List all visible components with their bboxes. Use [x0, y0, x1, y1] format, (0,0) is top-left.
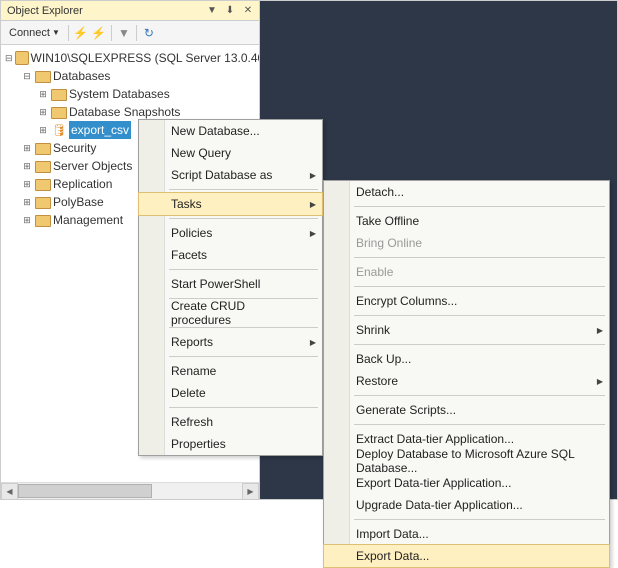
sysdb-label: System Databases	[69, 85, 170, 103]
panel-title: Object Explorer	[7, 5, 83, 17]
replication-label: Replication	[53, 175, 112, 193]
menu-facets[interactable]: Facets	[139, 244, 322, 266]
filter-icon[interactable]: ▼	[116, 25, 132, 41]
server-label: WIN10\SQLEXPRESS (SQL Server 13.0.4001 -…	[31, 49, 259, 67]
expand-icon[interactable]: ⊞	[37, 121, 49, 139]
server-icon	[15, 51, 29, 65]
menu-create-crud[interactable]: Create CRUD procedures	[139, 302, 322, 324]
management-label: Management	[53, 211, 123, 229]
panel-controls: ▼ ⬇ ✕	[205, 4, 255, 18]
menu-shrink[interactable]: Shrink	[324, 319, 609, 341]
menu-separator	[354, 257, 605, 258]
tree-sysdb-node[interactable]: ⊞ System Databases	[5, 85, 259, 103]
separator	[111, 25, 112, 41]
expand-icon[interactable]: ⊞	[21, 175, 33, 193]
menu-restore[interactable]: Restore	[324, 370, 609, 392]
disconnect-icon[interactable]: ⚡	[91, 25, 107, 41]
menu-separator	[354, 286, 605, 287]
horizontal-scrollbar[interactable]: ◀ ▶	[1, 482, 259, 499]
menu-separator	[354, 344, 605, 345]
menu-start-powershell[interactable]: Start PowerShell	[139, 273, 322, 295]
expand-icon[interactable]: ⊞	[37, 85, 49, 103]
scroll-thumb[interactable]	[18, 484, 152, 498]
menu-bring-online: Bring Online	[324, 232, 609, 254]
panel-header: Object Explorer ▼ ⬇ ✕	[1, 1, 259, 21]
menu-detach[interactable]: Detach...	[324, 181, 609, 203]
menu-take-offline[interactable]: Take Offline	[324, 210, 609, 232]
tree-databases-node[interactable]: ⊟ Databases	[5, 67, 259, 85]
folder-icon	[35, 177, 51, 191]
menu-separator	[169, 189, 318, 190]
folder-icon	[35, 213, 51, 227]
pin-icon[interactable]: ⬇	[223, 4, 237, 18]
polybase-label: PolyBase	[53, 193, 104, 211]
databases-label: Databases	[53, 67, 110, 85]
refresh-icon[interactable]: ↻	[141, 25, 157, 41]
separator	[136, 25, 137, 41]
connect-icon[interactable]: ⚡	[73, 25, 89, 41]
expand-icon[interactable]: ⊞	[21, 157, 33, 175]
separator	[68, 25, 69, 41]
menu-separator	[354, 519, 605, 520]
menu-enable: Enable	[324, 261, 609, 283]
menu-separator	[169, 218, 318, 219]
scroll-track[interactable]	[18, 483, 242, 499]
selected-db-label: export_csv	[69, 121, 131, 139]
menu-separator	[169, 269, 318, 270]
security-label: Security	[53, 139, 96, 157]
dropdown-icon[interactable]: ▼	[205, 4, 219, 18]
menu-import-data[interactable]: Import Data...	[324, 523, 609, 545]
context-menu-tasks: Detach... Take Offline Bring Online Enab…	[323, 180, 610, 568]
scroll-left-button[interactable]: ◀	[1, 483, 18, 500]
menu-policies[interactable]: Policies	[139, 222, 322, 244]
menu-delete[interactable]: Delete	[139, 382, 322, 404]
tree-server-node[interactable]: ⊟ WIN10\SQLEXPRESS (SQL Server 13.0.4001…	[5, 49, 259, 67]
close-icon[interactable]: ✕	[241, 4, 255, 18]
menu-separator	[169, 327, 318, 328]
menu-deploy-azure[interactable]: Deploy Database to Microsoft Azure SQL D…	[324, 450, 609, 472]
expand-icon[interactable]: ⊞	[37, 103, 49, 121]
folder-icon	[35, 141, 51, 155]
menu-generate-scripts[interactable]: Generate Scripts...	[324, 399, 609, 421]
menu-export-dta[interactable]: Export Data-tier Application...	[324, 472, 609, 494]
database-icon: 🛢	[51, 123, 67, 137]
menu-reports[interactable]: Reports	[139, 331, 322, 353]
menu-separator	[169, 356, 318, 357]
menu-new-query[interactable]: New Query	[139, 142, 322, 164]
menu-separator	[354, 315, 605, 316]
menu-tasks[interactable]: Tasks	[138, 192, 323, 216]
menu-new-database[interactable]: New Database...	[139, 120, 322, 142]
expand-icon[interactable]: ⊞	[21, 211, 33, 229]
expand-icon[interactable]: ⊞	[21, 139, 33, 157]
menu-script-database[interactable]: Script Database as	[139, 164, 322, 186]
menu-separator	[354, 395, 605, 396]
expand-icon[interactable]: ⊞	[21, 193, 33, 211]
serverobj-label: Server Objects	[53, 157, 132, 175]
menu-properties[interactable]: Properties	[139, 433, 322, 455]
toolbar: Connect ▼ ⚡ ⚡ ▼ ↻	[1, 21, 259, 45]
folder-icon	[51, 87, 67, 101]
collapse-icon[interactable]: ⊟	[5, 49, 13, 67]
connect-button[interactable]: Connect ▼	[5, 25, 64, 41]
menu-encrypt-columns[interactable]: Encrypt Columns...	[324, 290, 609, 312]
menu-export-data[interactable]: Export Data...	[323, 544, 610, 568]
folder-icon	[35, 159, 51, 173]
folder-icon	[35, 195, 51, 209]
menu-rename[interactable]: Rename	[139, 360, 322, 382]
context-menu-database: New Database... New Query Script Databas…	[138, 119, 323, 456]
scroll-right-button[interactable]: ▶	[242, 483, 259, 500]
menu-separator	[354, 206, 605, 207]
menu-separator	[354, 424, 605, 425]
menu-separator	[169, 407, 318, 408]
menu-refresh[interactable]: Refresh	[139, 411, 322, 433]
collapse-icon[interactable]: ⊟	[21, 67, 33, 85]
menu-back-up[interactable]: Back Up...	[324, 348, 609, 370]
folder-icon	[35, 69, 51, 83]
folder-icon	[51, 105, 67, 119]
menu-upgrade-dta[interactable]: Upgrade Data-tier Application...	[324, 494, 609, 516]
